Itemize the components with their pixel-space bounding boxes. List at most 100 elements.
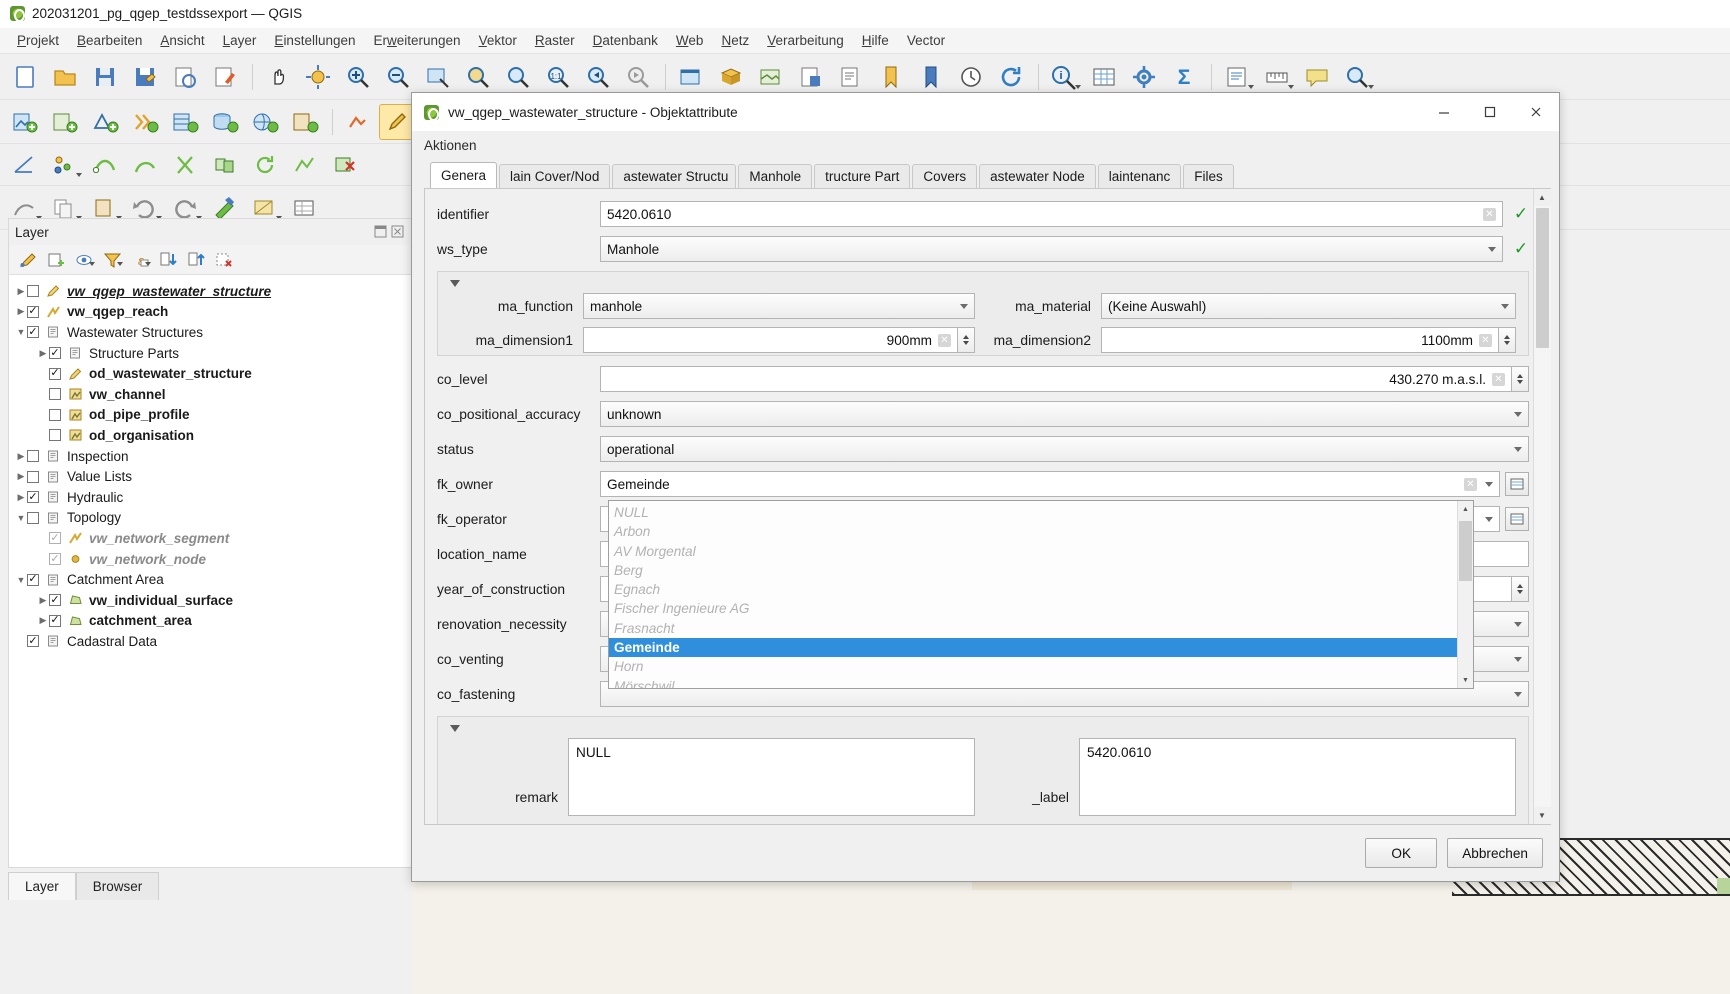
clear-icon[interactable]: ✕ [1483,207,1496,221]
menu-projekt[interactable]: Projekt [8,31,68,50]
chevron-down-icon[interactable] [1485,481,1493,487]
new-report-icon[interactable] [832,59,870,95]
identifier-input[interactable]: 5420.0610 ✕ [600,201,1503,227]
label-textarea[interactable]: 5420.0610 [1079,738,1516,816]
zoom-in-icon[interactable] [339,59,377,95]
menu-datenbank[interactable]: Datenbank [584,31,667,50]
layer-tree-item[interactable]: vw_channel [9,384,411,405]
fk-owner-option[interactable]: NULL [609,503,1457,522]
statistical-summary-icon[interactable]: Σ [1165,59,1203,95]
identify-features-icon[interactable]: i [1045,59,1083,95]
open-attribute-table-icon[interactable] [1085,59,1123,95]
delete-ring-icon[interactable] [326,147,364,183]
tab-wastewater-structure[interactable]: astewater Structu [612,164,737,188]
expression-filter-icon[interactable]: ε [127,248,153,272]
menu-hilfe[interactable]: Hilfe [853,31,898,50]
layer-visibility-checkbox[interactable] [27,305,39,318]
status-combo[interactable]: operational [600,436,1529,462]
pan-map-icon[interactable] [259,59,297,95]
measure-icon[interactable] [1258,59,1296,95]
fk-owner-relation-button[interactable] [1505,472,1529,496]
open-project-icon[interactable] [46,59,84,95]
merge-features-icon[interactable] [206,147,244,183]
collapse-group-icon[interactable] [450,725,460,732]
add-group-icon[interactable] [43,248,69,272]
ma-material-combo[interactable]: (Keine Auswahl) [1101,293,1516,319]
menu-ansicht[interactable]: Ansicht [151,31,213,50]
fk-owner-option[interactable]: Frasnacht [609,619,1457,638]
fk-owner-dropdown-popup[interactable]: NULL Arbon AV Morgental Berg Egnach Fischer I… [608,500,1474,689]
zoom-next-icon[interactable] [619,59,657,95]
styles-brush-icon[interactable] [15,248,41,272]
layer-visibility-checkbox[interactable] [49,553,61,566]
add-postgis-layer-icon[interactable] [166,104,204,140]
fk-owner-dropdown-scrollbar[interactable]: ▲ ▼ [1457,501,1473,688]
add-delimited-text-icon[interactable] [126,104,164,140]
scrollbar-thumb[interactable] [1535,208,1549,348]
layer-visibility-checkbox[interactable] [49,429,61,442]
zoom-full-icon[interactable] [419,59,457,95]
zoom-selection-icon[interactable] [459,59,497,95]
ma-dimension1-input[interactable]: 900mm ✕ [583,327,958,353]
layer-visibility-checkbox[interactable] [49,614,61,627]
ws-type-combo[interactable]: Manhole [600,236,1503,262]
fk-owner-option[interactable]: Gemeinde [609,638,1457,658]
scroll-down-icon[interactable]: ▼ [1458,672,1473,688]
pan-to-selection-icon[interactable] [299,59,337,95]
chevron-right-icon[interactable] [15,451,27,462]
new-map-view-icon[interactable] [672,59,710,95]
cancel-button[interactable]: Abbrechen [1447,838,1543,868]
tab-general[interactable]: Genera [430,162,498,188]
layer-visibility-checkbox[interactable] [49,594,61,607]
chevron-down-icon[interactable] [15,513,27,523]
new-project-icon[interactable] [6,59,44,95]
options-gear-icon[interactable] [1125,59,1163,95]
layer-tree-item[interactable]: Catchment Area [9,569,411,590]
new-map-view2-icon[interactable] [752,59,790,95]
python-console-icon[interactable] [1338,59,1376,95]
chevron-right-icon[interactable] [37,348,49,359]
layer-visibility-checkbox[interactable] [49,388,61,401]
menu-erweiterungen[interactable]: Erweiterungen [365,31,470,50]
menu-einstellungen[interactable]: Einstellungen [265,31,364,50]
tab-covers[interactable]: Covers [912,164,978,188]
chevron-right-icon[interactable] [37,595,49,606]
scrollbar-track[interactable] [1533,206,1551,807]
show-bookmarks-icon[interactable] [872,59,910,95]
fk-owner-option-list[interactable]: NULL Arbon AV Morgental Berg Egnach Fischer I… [609,501,1457,688]
new-print-layout-icon[interactable] [792,59,830,95]
show-layout-manager-icon[interactable] [1218,59,1256,95]
scroll-up-icon[interactable]: ▲ [1533,189,1551,206]
form-vertical-scrollbar[interactable]: ▲ ▼ [1533,189,1551,824]
fk-operator-relation-button[interactable] [1505,507,1529,531]
layer-tree-item[interactable]: Topology [9,508,411,529]
layer-tree-item[interactable]: vw_individual_surface [9,590,411,611]
dialog-tabstrip[interactable]: Genera lain Cover/Nod astewater Structu … [424,162,1551,189]
refresh-icon[interactable] [992,59,1030,95]
measure-line-icon[interactable] [6,147,44,183]
layer-visibility-checkbox[interactable] [27,285,39,298]
year-of-construction-spinner[interactable] [1512,576,1529,602]
manage-visibility-icon[interactable] [71,248,97,272]
layer-tree-item[interactable]: Structure Parts [9,343,411,364]
minimize-icon[interactable] [1421,93,1467,131]
layer-visibility-checkbox[interactable] [49,532,61,545]
co-level-input[interactable]: 430.270 m.a.s.l. ✕ [600,366,1512,392]
layer-tree-item[interactable]: od_pipe_profile [9,405,411,426]
maximize-icon[interactable] [1467,93,1513,131]
menu-netz[interactable]: Netz [712,31,758,50]
chevron-right-icon[interactable] [15,492,27,503]
add-wms-layer-icon[interactable] [246,104,284,140]
layout-manager-icon[interactable] [166,59,204,95]
panel-tab-browser[interactable]: Browser [75,872,160,900]
layer-visibility-checkbox[interactable] [27,326,39,339]
add-wcs-layer-icon[interactable] [286,104,324,140]
clear-icon[interactable]: ✕ [1464,477,1477,491]
fk-owner-option[interactable]: Berg [609,561,1457,580]
save-project-icon[interactable] [86,59,124,95]
new-bookmark-icon[interactable] [912,59,950,95]
chevron-down-icon[interactable] [15,575,27,585]
menu-bearbeiten[interactable]: Bearbeiten [68,31,151,50]
tab-files[interactable]: Files [1183,164,1234,188]
split-features-icon[interactable] [166,147,204,183]
